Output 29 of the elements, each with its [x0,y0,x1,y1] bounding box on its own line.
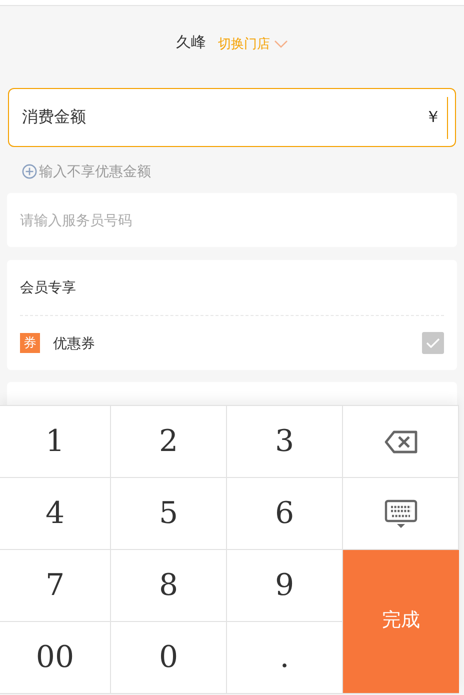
digit-key[interactable]: 0 [111,622,227,694]
plus-circle-icon [22,164,37,179]
digit-key[interactable]: 2 [111,406,227,478]
member-card-title: 会员专享 [20,278,77,297]
keyboard-icon [384,498,418,528]
currency-symbol: ￥ [425,108,441,128]
text-cursor [447,96,448,138]
backspace-key[interactable] [343,406,459,478]
check-icon [426,338,440,348]
digit-key[interactable]: 6 [227,478,343,550]
digit-key[interactable]: 8 [111,550,227,622]
hide-keyboard-key[interactable] [343,478,459,550]
digit-key[interactable]: . [227,622,343,694]
backspace-icon [384,430,418,454]
coupon-badge: 券 [20,333,40,353]
coupon-label: 优惠券 [53,334,95,352]
amount-label: 消费金额 [22,108,86,128]
chevron-down-icon [274,40,288,48]
digit-key[interactable]: 3 [227,406,343,478]
digit-key[interactable]: 5 [111,478,227,550]
digit-key[interactable]: 1 [0,406,111,478]
digit-key[interactable]: 9 [227,550,343,622]
digit-key[interactable]: 4 [0,478,111,550]
digit-key[interactable]: 7 [0,550,111,622]
amount-field[interactable]: 消费金额 ￥ [8,88,456,147]
waiter-number-field[interactable]: 请输入服务员号码 [7,193,457,247]
digit-key[interactable]: 00 [0,622,111,694]
coupon-checkbox[interactable] [422,332,444,354]
store-name: 久峰 [176,33,206,54]
